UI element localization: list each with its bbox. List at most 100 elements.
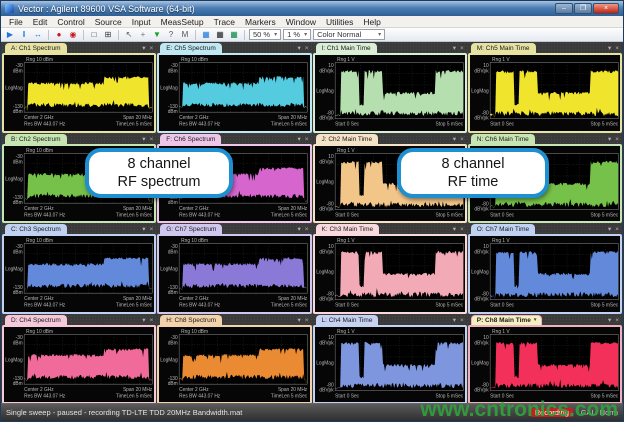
window-close-icon[interactable]: ×	[460, 225, 464, 234]
restart-icon[interactable]: ↔	[32, 29, 44, 41]
maximize-button[interactable]: ❐	[574, 3, 592, 14]
spectrum-display-icon[interactable]: ▦	[200, 29, 212, 41]
close-button[interactable]: ×	[593, 3, 619, 14]
plot-canvas-i[interactable]: Rng 1 V10dBVpkLogMag-80dBVpkStart 0 SecS…	[315, 55, 465, 131]
plot-canvas-e[interactable]: Rng 10 dBm-30dBmLogMag-130dBmCenter 2 GH…	[159, 55, 309, 131]
window-close-icon[interactable]: ×	[615, 225, 619, 234]
plot-window-buttons: ▾×	[142, 135, 153, 144]
plot-tab-l[interactable]: L: Ch4 Main Time	[316, 315, 379, 325]
window-close-icon[interactable]: ×	[149, 135, 153, 144]
toolbar-separator	[83, 30, 84, 40]
window-menu-icon[interactable]: ▾	[297, 225, 300, 234]
plot-window-buttons: ▾×	[297, 225, 308, 234]
window-menu-icon[interactable]: ▾	[142, 316, 145, 325]
window-menu-icon[interactable]: ▾	[608, 44, 611, 53]
window-menu-icon[interactable]: ▾	[142, 44, 145, 53]
window-menu-icon[interactable]: ▾	[608, 316, 611, 325]
plot-tab-h[interactable]: H: Ch8 Spectrum	[160, 315, 222, 325]
select-arrow-icon[interactable]: ↖	[123, 29, 135, 41]
menu-item-trace[interactable]: Trace	[209, 17, 240, 27]
minimize-button[interactable]: –	[555, 3, 573, 14]
plot-canvas-m[interactable]: Rng 1 V10dBVpkLogMag-80dBVpkStart 0 SecS…	[470, 55, 620, 131]
menu-item-utilities[interactable]: Utilities	[321, 17, 358, 27]
plot-tab-j[interactable]: J: Ch2 Main Time	[316, 134, 379, 144]
window-menu-icon[interactable]: ▾	[297, 135, 300, 144]
plot-canvas-o[interactable]: Rng 1 V10dBVpkLogMag-80dBVpkStart 0 SecS…	[470, 236, 620, 312]
window-close-icon[interactable]: ×	[460, 135, 464, 144]
window-close-icon[interactable]: ×	[460, 316, 464, 325]
plot-canvas-a[interactable]: Rng 10 dBm-30dBmLogMag-130dBmCenter 2 GH…	[4, 55, 154, 131]
menu-item-file[interactable]: File	[4, 17, 28, 27]
window-menu-icon[interactable]: ▾	[453, 316, 456, 325]
plot-tab-p[interactable]: P: Ch8 Main Time▾	[471, 315, 543, 325]
pause-icon[interactable]: ‖	[18, 29, 30, 41]
plot-label: LogMag	[5, 176, 23, 182]
plot-tab-b[interactable]: B: Ch2 Spectrum	[5, 134, 67, 144]
plot-canvas-h[interactable]: Rng 10 dBm-30dBmLogMag-130dBmCenter 2 GH…	[159, 327, 309, 403]
plot-tab-e[interactable]: E: Ch5 Spectrum	[160, 43, 222, 53]
window-menu-icon[interactable]: ▾	[453, 44, 456, 53]
plot-tab-n[interactable]: N: Ch6 Main Time	[471, 134, 535, 144]
plot-tab-c[interactable]: C: Ch3 Spectrum	[5, 224, 67, 234]
plot-tab-k[interactable]: K: Ch3 Main Time	[316, 224, 380, 234]
color-scheme-select[interactable]: Color Normal ▾	[313, 29, 385, 40]
window-close-icon[interactable]: ×	[149, 225, 153, 234]
plot-canvas-g[interactable]: Rng 10 dBm-30dBmLogMag-130dBmCenter 2 GH…	[159, 236, 309, 312]
titlebar[interactable]: Vector : Agilent 89600 VSA Software (64-…	[1, 1, 623, 16]
plot-canvas-p[interactable]: Rng 1 V10dBVpkLogMag-80dBVpkStart 0 SecS…	[470, 327, 620, 403]
plot-tab-f[interactable]: F: Ch6 Spectrum	[160, 134, 221, 144]
menu-item-edit[interactable]: Edit	[28, 17, 53, 27]
plot-body-c: Rng 10 dBm-30dBmLogMag-130dBmCenter 2 GH…	[2, 234, 156, 314]
window-close-icon[interactable]: ×	[305, 225, 309, 234]
step-percent-select[interactable]: 1 % ▾	[283, 29, 311, 40]
window-close-icon[interactable]: ×	[305, 44, 309, 53]
waterfall-display-icon[interactable]: ▦	[214, 29, 226, 41]
plot-canvas-d[interactable]: Rng 10 dBm-30dBmLogMag-130dBmCenter 2 GH…	[4, 327, 154, 403]
plot-canvas-l[interactable]: Rng 1 V10dBVpkLogMag-80dBVpkStart 0 SecS…	[315, 327, 465, 403]
menu-item-source[interactable]: Source	[90, 17, 127, 27]
zoom-tool-icon[interactable]: +	[137, 29, 149, 41]
menu-item-input[interactable]: Input	[127, 17, 156, 27]
window-close-icon[interactable]: ×	[615, 44, 619, 53]
window-menu-icon[interactable]: ▾	[297, 316, 300, 325]
menu-item-control[interactable]: Control	[52, 17, 89, 27]
plot-window-header: P: Ch8 Main Time▾ ▾ ×	[468, 315, 622, 325]
spectrogram-display-icon[interactable]: ▦	[228, 29, 240, 41]
menu-item-markers[interactable]: Markers	[240, 17, 281, 27]
plot-tab-o[interactable]: O: Ch7 Main Time	[471, 224, 535, 234]
window-menu-icon[interactable]: ▾	[142, 135, 145, 144]
window-close-icon[interactable]: ×	[305, 135, 309, 144]
plot-canvas-c[interactable]: Rng 10 dBm-30dBmLogMag-130dBmCenter 2 GH…	[4, 236, 154, 312]
window-close-icon[interactable]: ×	[615, 135, 619, 144]
window-menu-icon[interactable]: ▾	[142, 225, 145, 234]
single-layout-icon[interactable]: □	[88, 29, 100, 41]
grid-layout-icon[interactable]: ⊞	[102, 29, 114, 41]
window-close-icon[interactable]: ×	[615, 316, 619, 325]
marker-peak-icon[interactable]: ▼	[151, 29, 163, 41]
window-menu-icon[interactable]: ▾	[297, 44, 300, 53]
window-close-icon[interactable]: ×	[149, 44, 153, 53]
plot-canvas-k[interactable]: Rng 1 V10dBVpkLogMag-80dBVpkStart 0 SecS…	[315, 236, 465, 312]
plot-tab-a[interactable]: A: Ch1 Spectrum	[5, 43, 67, 53]
plot-label: Res BW 443.07 Hz	[179, 393, 221, 399]
plot-tab-i[interactable]: I: Ch1 Main Time	[316, 43, 377, 53]
plot-tab-g[interactable]: G: Ch7 Spectrum	[160, 224, 222, 234]
marker-to-peak-icon[interactable]: M	[179, 29, 191, 41]
recorder-icon[interactable]: ◉	[67, 29, 79, 41]
zoom-percent-select[interactable]: 50 % ▾	[249, 29, 281, 40]
plot-tab-m[interactable]: M: Ch5 Main Time	[471, 43, 536, 53]
menu-item-window[interactable]: Window	[281, 17, 321, 27]
window-menu-icon[interactable]: ▾	[453, 225, 456, 234]
menu-item-meassetup[interactable]: MeasSetup	[156, 17, 209, 27]
record-icon[interactable]: ●	[53, 29, 65, 41]
play-icon[interactable]: ▶	[4, 29, 16, 41]
window-close-icon[interactable]: ×	[460, 44, 464, 53]
window-close-icon[interactable]: ×	[305, 316, 309, 325]
window-menu-icon[interactable]: ▾	[608, 225, 611, 234]
marker-help-icon[interactable]: ?	[165, 29, 177, 41]
plot-tab-d[interactable]: D: Ch4 Spectrum	[5, 315, 67, 325]
window-menu-icon[interactable]: ▾	[453, 135, 456, 144]
window-menu-icon[interactable]: ▾	[608, 135, 611, 144]
menu-item-help[interactable]: Help	[358, 17, 385, 27]
window-close-icon[interactable]: ×	[149, 316, 153, 325]
